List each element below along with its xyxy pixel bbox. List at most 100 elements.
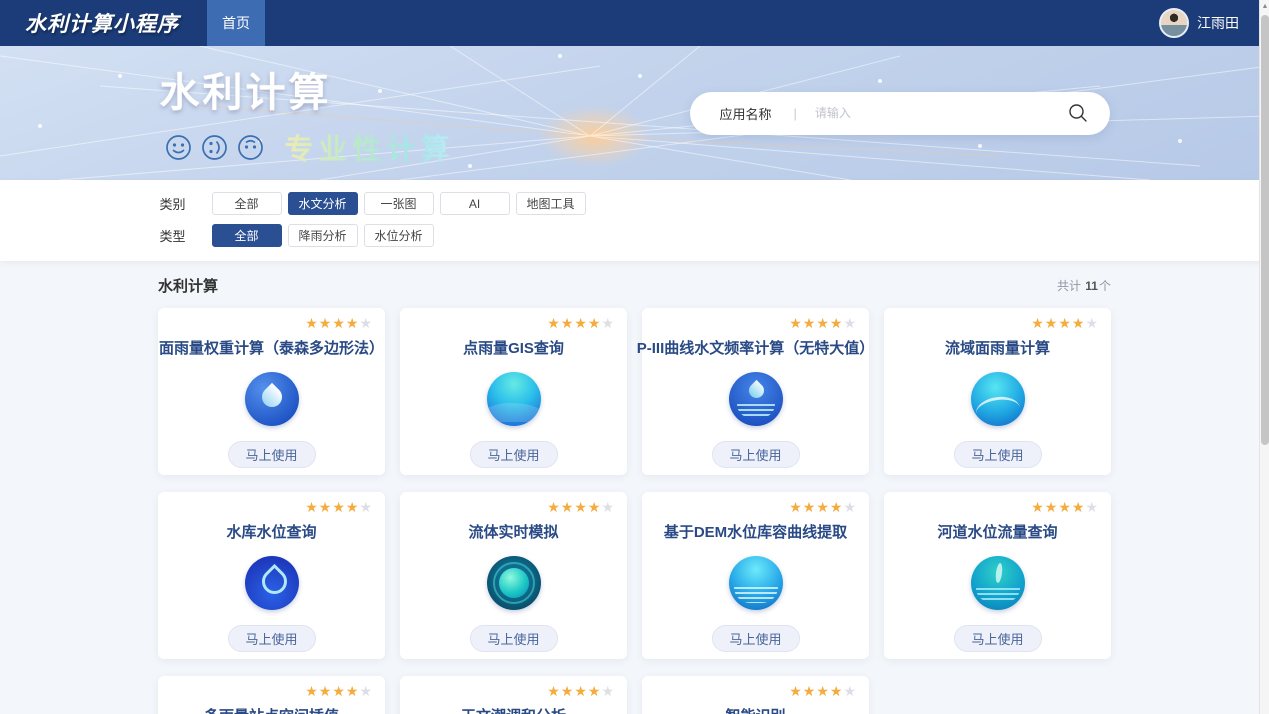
star-icon: ★	[561, 683, 575, 699]
app-icon	[729, 556, 783, 610]
app-card[interactable]: ★★★★★ 河道水位流量查询 马上使用	[884, 492, 1111, 659]
app-title: 水库水位查询	[226, 521, 316, 542]
scrollbar[interactable]: ▲	[1259, 0, 1269, 714]
rating-stars: ★★★★★	[547, 684, 615, 699]
use-now-button[interactable]: 马上使用	[954, 441, 1042, 468]
use-now-button[interactable]: 马上使用	[470, 441, 558, 468]
app-card[interactable]: ★★★★★ 水库水位查询 马上使用	[158, 492, 385, 659]
app-icon	[245, 372, 299, 426]
rating-stars: ★★★★★	[1031, 500, 1099, 515]
use-now-button[interactable]: 马上使用	[954, 625, 1042, 652]
app-title: 点雨量GIS查询	[463, 337, 564, 358]
star-icon: ★	[319, 315, 333, 331]
filter-option-0-4[interactable]: 地图工具	[516, 192, 586, 215]
section-title: 水利计算	[158, 275, 218, 296]
app-card[interactable]: ★★★★★ 多雨量站点空间插值 马上使用	[158, 676, 385, 714]
app-icon	[971, 556, 1025, 610]
nav-tab-home-label: 首页	[222, 13, 250, 33]
app-count: 共计 11个	[1057, 277, 1111, 294]
app-card[interactable]: ★★★★★ 智能识别 马上使用	[642, 676, 869, 714]
star-icon: ★	[803, 499, 817, 515]
scroll-up-arrow[interactable]: ▲	[1260, 0, 1269, 14]
smiley-icon	[165, 134, 192, 161]
star-icon: ★	[601, 499, 615, 515]
rating-stars: ★★★★★	[547, 316, 615, 331]
filter-option-0-1[interactable]: 水文分析	[288, 192, 358, 215]
rating-stars: ★★★★★	[1031, 316, 1099, 331]
user-area[interactable]: 江雨田	[1159, 8, 1239, 38]
count-number: 11	[1085, 279, 1098, 293]
nav-tab-home[interactable]: 首页	[207, 0, 265, 46]
use-now-button[interactable]: 马上使用	[712, 441, 800, 468]
filter-option-0-0[interactable]: 全部	[212, 192, 282, 215]
app-card[interactable]: ★★★★★ 点雨量GIS查询 马上使用	[400, 308, 627, 475]
star-icon: ★	[1058, 315, 1072, 331]
scrollbar-thumb[interactable]	[1261, 15, 1269, 445]
search-separator: |	[794, 106, 797, 121]
star-icon: ★	[803, 315, 817, 331]
star-icon: ★	[561, 315, 575, 331]
app-title: 流体实时模拟	[468, 521, 558, 542]
app-card[interactable]: ★★★★★ 面雨量权重计算（泰森多边形法） 马上使用	[158, 308, 385, 475]
filter-option-1-1[interactable]: 降雨分析	[288, 224, 358, 247]
filter-option-1-2[interactable]: 水位分析	[364, 224, 434, 247]
filter-option-1-0[interactable]: 全部	[212, 224, 282, 247]
user-avatar[interactable]	[1159, 8, 1189, 38]
star-icon: ★	[816, 499, 830, 515]
hero-banner: 水利计算 专业性计算	[0, 46, 1269, 180]
use-now-button[interactable]: 马上使用	[470, 625, 558, 652]
search-input[interactable]	[815, 106, 1068, 120]
use-now-button[interactable]: 马上使用	[712, 625, 800, 652]
star-icon: ★	[547, 499, 561, 515]
star-icon: ★	[332, 499, 346, 515]
star-icon: ★	[830, 683, 844, 699]
filter-panel-wrap: 类别全部水文分析一张图AI地图工具类型全部降雨分析水位分析	[0, 180, 1269, 261]
star-icon: ★	[547, 683, 561, 699]
app-title: 河道水位流量查询	[937, 521, 1057, 542]
star-icon: ★	[843, 683, 857, 699]
star-icon: ★	[305, 683, 319, 699]
app-card[interactable]: ★★★★★ P-III曲线水文频率计算（无特大值） 马上使用	[642, 308, 869, 475]
filter-option-0-2[interactable]: 一张图	[364, 192, 434, 215]
filter-group-0: 类别全部水文分析一张图AI地图工具	[160, 192, 1110, 215]
star-icon: ★	[843, 499, 857, 515]
star-icon: ★	[574, 499, 588, 515]
rating-stars: ★★★★★	[789, 500, 857, 515]
smiley-calm-icon	[237, 134, 264, 161]
search-bar: 应用名称 |	[690, 92, 1110, 135]
app-logo: 水利计算小程序	[25, 8, 179, 38]
star-icon: ★	[305, 499, 319, 515]
app-card[interactable]: ★★★★★ 流域面雨量计算 马上使用	[884, 308, 1111, 475]
star-icon: ★	[1085, 315, 1099, 331]
use-now-button[interactable]: 马上使用	[228, 441, 316, 468]
star-icon: ★	[319, 683, 333, 699]
app-title: 多雨量站点空间插值	[204, 705, 339, 714]
filter-option-0-3[interactable]: AI	[440, 192, 510, 215]
search-icon[interactable]	[1068, 103, 1088, 123]
app-card[interactable]: ★★★★★ 基于DEM水位库容曲线提取 马上使用	[642, 492, 869, 659]
top-navbar: 水利计算小程序 首页 江雨田	[0, 0, 1269, 46]
star-icon: ★	[359, 683, 373, 699]
star-icon: ★	[1085, 499, 1099, 515]
user-name: 江雨田	[1197, 13, 1239, 33]
count-suffix: 个	[1099, 279, 1111, 293]
star-icon: ★	[843, 315, 857, 331]
section-header: 水利计算 共计 11个	[158, 275, 1111, 296]
app-title: 面雨量权重计算（泰森多边形法）	[159, 337, 384, 358]
rating-stars: ★★★★★	[305, 500, 373, 515]
rating-stars: ★★★★★	[789, 684, 857, 699]
star-icon: ★	[359, 499, 373, 515]
rating-stars: ★★★★★	[305, 316, 373, 331]
app-card[interactable]: ★★★★★ 天文潮调和分析 马上使用	[400, 676, 627, 714]
filter-panel: 类别全部水文分析一张图AI地图工具类型全部降雨分析水位分析	[160, 192, 1110, 247]
filter-group-label: 类型	[160, 226, 212, 245]
star-icon: ★	[1045, 315, 1059, 331]
count-prefix: 共计	[1057, 279, 1081, 293]
search-field-label: 应用名称	[720, 104, 772, 123]
star-icon: ★	[601, 315, 615, 331]
star-icon: ★	[547, 315, 561, 331]
app-card[interactable]: ★★★★★ 流体实时模拟 马上使用	[400, 492, 627, 659]
main-content: 水利计算 共计 11个 ★★★★★ 面雨量权重计算（泰森多边形法） 马上使用 ★…	[0, 261, 1269, 714]
star-icon: ★	[816, 683, 830, 699]
use-now-button[interactable]: 马上使用	[228, 625, 316, 652]
